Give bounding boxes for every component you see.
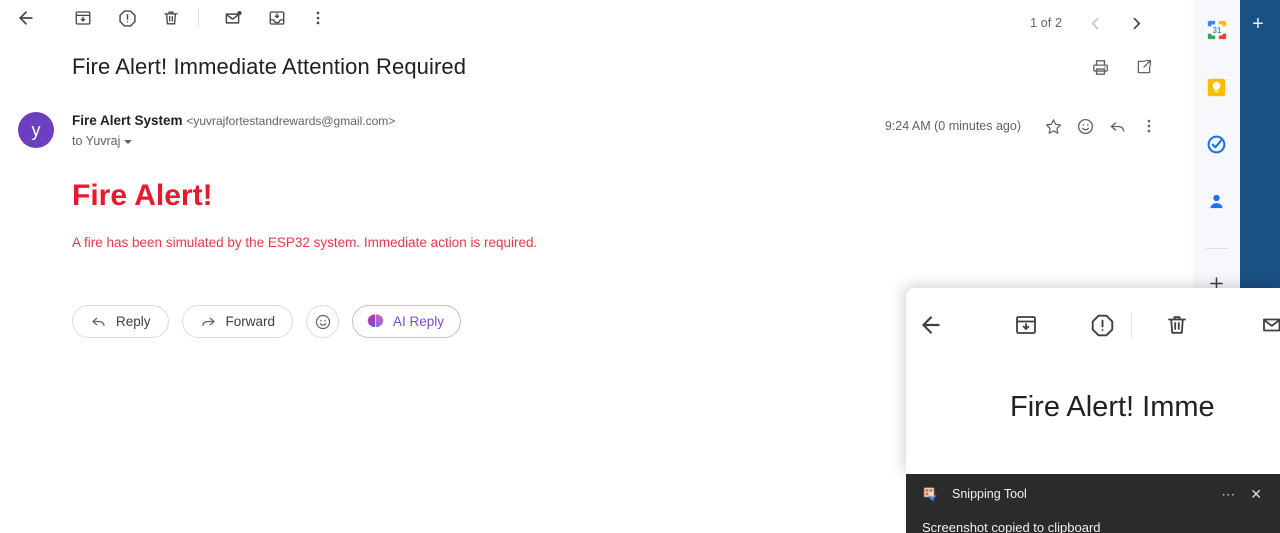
star-icon[interactable] bbox=[1037, 110, 1069, 142]
message-more-icon[interactable] bbox=[1133, 110, 1165, 142]
screen: 1 of 2 Fire Alert! Immediate Attention R… bbox=[0, 0, 1280, 533]
move-to-inbox-icon[interactable] bbox=[263, 4, 291, 32]
more-options-icon[interactable] bbox=[304, 4, 332, 32]
newer-message-button[interactable] bbox=[1080, 8, 1110, 38]
windows-notification-toast[interactable]: Snipping Tool ⋯ ✕ Screenshot copied to c… bbox=[906, 474, 1280, 533]
message-toolbar: 1 of 2 bbox=[0, 0, 1193, 36]
toast-header: Snipping Tool ⋯ ✕ bbox=[906, 474, 1280, 514]
sender-email: <yuvrajfortestandrewards@gmail.com> bbox=[186, 114, 396, 128]
report-spam-icon[interactable] bbox=[113, 4, 141, 32]
toolbar-divider bbox=[198, 8, 199, 28]
tasks-check-glyph bbox=[1207, 135, 1226, 153]
overlay-toolbar bbox=[906, 288, 1280, 360]
brain-icon bbox=[367, 314, 384, 328]
keep-icon[interactable] bbox=[1201, 71, 1233, 103]
chevron-down-icon[interactable] bbox=[124, 139, 133, 144]
forward-button-label: Forward bbox=[225, 314, 276, 329]
blue-panel-add-icon[interactable]: + bbox=[1252, 14, 1264, 34]
ai-reply-button[interactable]: AI Reply bbox=[352, 305, 462, 338]
reply-arrow-icon bbox=[92, 317, 105, 327]
recipient-label: to Yuvraj bbox=[72, 134, 121, 148]
older-message-button[interactable] bbox=[1121, 8, 1151, 38]
forward-arrow-icon bbox=[201, 317, 215, 327]
reply-button-label: Reply bbox=[116, 314, 151, 329]
ai-reply-button-label: AI Reply bbox=[393, 314, 445, 329]
keep-bulb-glyph bbox=[1207, 78, 1226, 96]
snipping-tool-icon bbox=[922, 486, 939, 503]
calendar-icon[interactable]: 31 bbox=[1201, 14, 1233, 46]
overlay-report-spam-icon[interactable] bbox=[1085, 308, 1119, 342]
back-icon[interactable] bbox=[12, 4, 40, 32]
toast-message: Screenshot copied to clipboard bbox=[922, 520, 1101, 533]
sender-name: Fire Alert System bbox=[72, 113, 183, 128]
message-timestamp: 9:24 AM (0 minutes ago) bbox=[884, 119, 1021, 133]
pagination: 1 of 2 bbox=[1030, 8, 1151, 38]
snipping-tool-preview-window[interactable]: Fire Alert! Imme bbox=[906, 288, 1280, 474]
subject-row: Fire Alert! Immediate Attention Required bbox=[0, 52, 1193, 98]
toast-close-icon[interactable]: ✕ bbox=[1246, 487, 1266, 501]
calendar-glyph: 31 bbox=[1207, 20, 1226, 40]
reply-button[interactable]: Reply bbox=[72, 305, 169, 338]
message-action-buttons: Reply Forward AI Reply bbox=[72, 305, 462, 338]
print-icon[interactable] bbox=[1083, 50, 1117, 84]
overlay-toolbar-divider bbox=[1131, 312, 1132, 338]
toast-app-name: Snipping Tool bbox=[952, 487, 1027, 501]
tasks-icon[interactable] bbox=[1201, 128, 1233, 160]
mark-unread-icon[interactable] bbox=[219, 4, 247, 32]
email-body-text: A fire has been simulated by the ESP32 s… bbox=[72, 235, 538, 250]
avatar: y bbox=[18, 112, 54, 148]
overlay-mark-unread-icon[interactable] bbox=[1256, 308, 1280, 342]
archive-icon[interactable] bbox=[69, 4, 97, 32]
sender-block: Fire Alert System <yuvrajfortestandrewar… bbox=[72, 112, 395, 148]
smiley-icon bbox=[315, 314, 330, 329]
subject-actions bbox=[1083, 50, 1161, 84]
message-meta-actions: 9:24 AM (0 minutes ago) bbox=[885, 110, 1165, 142]
emoji-reaction-icon[interactable] bbox=[1069, 110, 1101, 142]
overlay-back-icon[interactable] bbox=[914, 308, 948, 342]
overlay-delete-icon[interactable] bbox=[1160, 308, 1194, 342]
reply-icon[interactable] bbox=[1101, 110, 1133, 142]
contacts-person-glyph bbox=[1210, 194, 1223, 208]
email-body-heading: Fire Alert! bbox=[72, 179, 213, 212]
recipient-row[interactable]: to Yuvraj bbox=[72, 134, 395, 148]
svg-text:31: 31 bbox=[1212, 26, 1221, 35]
overlay-archive-icon[interactable] bbox=[1009, 308, 1043, 342]
open-in-new-window-icon[interactable] bbox=[1127, 50, 1161, 84]
toast-more-icon[interactable]: ⋯ bbox=[1211, 487, 1246, 501]
page-title: Fire Alert! Immediate Attention Required bbox=[72, 54, 467, 79]
pagination-count: 1 of 2 bbox=[1030, 16, 1062, 30]
delete-icon[interactable] bbox=[157, 4, 185, 32]
contacts-icon[interactable] bbox=[1201, 185, 1233, 217]
overlay-subject: Fire Alert! Imme bbox=[1010, 391, 1215, 423]
rail-divider bbox=[1205, 248, 1228, 249]
forward-button[interactable]: Forward bbox=[181, 305, 294, 338]
add-reaction-button[interactable] bbox=[306, 305, 340, 338]
sender-line: Fire Alert System <yuvrajfortestandrewar… bbox=[72, 112, 395, 130]
